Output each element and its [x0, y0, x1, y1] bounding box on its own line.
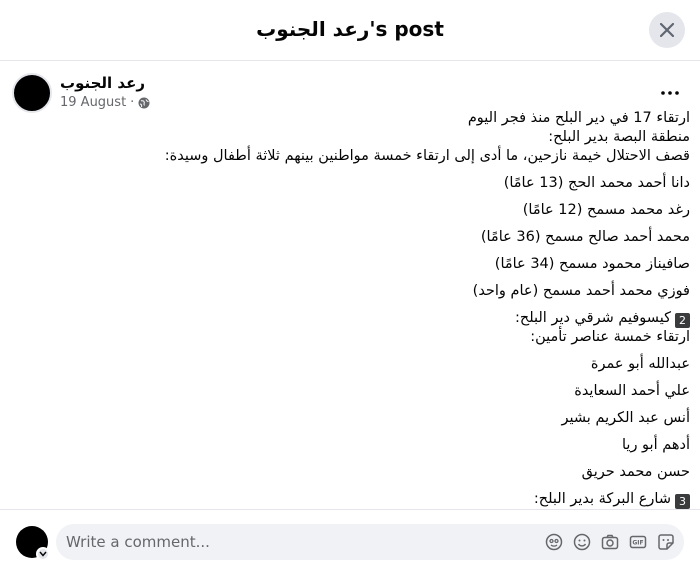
post-line: عبدالله أبو عمرة — [150, 355, 690, 374]
emoji-icon[interactable] — [572, 532, 592, 552]
post-line: محمد أحمد صالح مسمح (36 عامًا) — [150, 228, 690, 247]
post-date[interactable]: 19 August — [60, 95, 126, 110]
post-line-text: شارع البركة بدير البلح: — [533, 491, 671, 507]
post-line: ارتقاء 17 في دير البلح منذ فجر اليوم — [150, 109, 690, 128]
post-line: علي أحمد السعايدة — [150, 382, 690, 401]
post-line-text: أدهم أبو ريا — [621, 437, 690, 453]
post-line: 2 كيسوفيم شرقي دير البلح: — [150, 309, 690, 328]
dialog-header: رعد الجنوب's post — [0, 0, 700, 61]
post-line-text: رغد محمد مسمح (12 عامًا) — [522, 202, 690, 218]
svg-text:GIF: GIF — [632, 540, 643, 547]
comment-box: GIF — [56, 524, 684, 560]
avatar-sticker-icon[interactable] — [544, 532, 564, 552]
post-meta: 19 August · — [60, 95, 150, 110]
post-line-text: منطقة البصة بدير البلح: — [548, 129, 690, 145]
post-line-text: علي أحمد السعايدة — [574, 383, 690, 399]
post-line: 3 شارع البركة بدير البلح: — [150, 490, 690, 509]
gif-icon[interactable]: GIF — [628, 532, 648, 552]
post-line-text: ارتقاء خمسة عناصر تأمين: — [530, 329, 690, 345]
post-line: أنس عبد الكريم بشير — [150, 409, 690, 428]
chevron-down-icon — [39, 551, 47, 557]
camera-icon[interactable] — [600, 532, 620, 552]
author-name[interactable]: رعد الجنوب — [60, 74, 145, 92]
number-badge: 3 — [675, 494, 690, 509]
more-options-button[interactable] — [654, 77, 686, 109]
comment-bar: GIF — [0, 509, 700, 577]
commenter-menu[interactable] — [36, 547, 50, 561]
post-line: قصف الاحتلال خيمة نازحين، ما أدى إلى ارت… — [150, 147, 690, 166]
post-line: أدهم أبو ريا — [150, 436, 690, 455]
post-line: منطقة البصة بدير البلح: — [150, 128, 690, 147]
close-icon — [660, 23, 674, 37]
more-icon — [661, 91, 679, 95]
post-line-text: حسن محمد حريق — [581, 464, 690, 480]
post-line-text: قصف الاحتلال خيمة نازحين، ما أدى إلى ارت… — [164, 148, 690, 164]
post-line-text: صافيناز محمود مسمح (34 عامًا) — [494, 256, 690, 272]
post-line-text: عبدالله أبو عمرة — [590, 356, 690, 372]
post-line-text: ارتقاء 17 في دير البلح منذ فجر اليوم — [467, 110, 690, 126]
post-line-text: محمد أحمد صالح مسمح (36 عامًا) — [480, 229, 690, 245]
close-button[interactable] — [649, 12, 685, 48]
post-line-text: كيسوفيم شرقي دير البلح: — [514, 310, 671, 326]
globe-icon — [138, 97, 150, 108]
post-line: ارتقاء خمسة عناصر تأمين: — [150, 328, 690, 347]
post-line: صافيناز محمود مسمح (34 عامًا) — [150, 255, 690, 274]
post-line-text: فوزي محمد أحمد مسمح (عام واحد) — [472, 283, 690, 299]
post-text: ارتقاء 17 في دير البلح منذ فجر اليوم منطق… — [150, 109, 690, 509]
post-header: رعد الجنوب 19 August · — [0, 61, 700, 113]
post-line-text: أنس عبد الكريم بشير — [561, 410, 690, 426]
comment-input[interactable] — [66, 524, 536, 560]
meta-separator: · — [130, 95, 135, 110]
number-badge: 2 — [675, 313, 690, 328]
post-line: دانا أحمد محمد الحج (13 عامًا) — [150, 174, 690, 193]
sticker-icon[interactable] — [656, 532, 676, 552]
author-avatar[interactable] — [12, 73, 52, 113]
post-line: رغد محمد مسمح (12 عامًا) — [150, 201, 690, 220]
comment-tools: GIF — [544, 532, 676, 552]
post-line: فوزي محمد أحمد مسمح (عام واحد) — [150, 282, 690, 301]
dialog-title: رعد الجنوب's post — [256, 17, 444, 41]
post-line-text: دانا أحمد محمد الحج (13 عامًا) — [503, 175, 690, 191]
post-line: حسن محمد حريق — [150, 463, 690, 482]
